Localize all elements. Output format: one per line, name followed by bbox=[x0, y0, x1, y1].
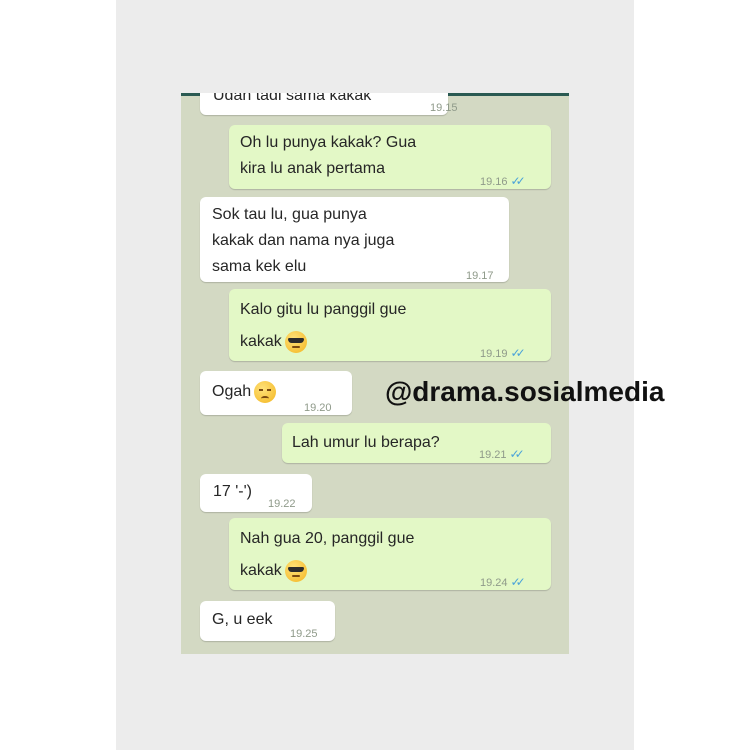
message-time: 19.17 bbox=[466, 270, 494, 282]
message-outgoing[interactable]: Oh lu punya kakak? Gua kira lu anak pert… bbox=[229, 125, 551, 189]
message-time-label: 19.16 bbox=[480, 176, 508, 188]
message-incoming[interactable]: G, u eek 19.25 bbox=[200, 601, 335, 641]
message-text-content: Nah gua 20, panggil gue kakak bbox=[240, 530, 415, 579]
message-time: 19.15 bbox=[430, 102, 458, 114]
message-time: 19.21 ✓✓ bbox=[479, 441, 525, 468]
message-text: Oh lu punya kakak? Gua kira lu anak pert… bbox=[240, 134, 417, 177]
message-time-label: 19.19 bbox=[480, 348, 508, 360]
watermark: @drama.sosialmedia bbox=[385, 376, 665, 407]
message-time: 19.24 ✓✓ bbox=[480, 569, 526, 596]
message-incoming[interactable]: Sok tau lu, gua punya kakak dan nama nya… bbox=[200, 197, 509, 282]
message-text: Udah tadi sama kakak bbox=[213, 93, 372, 104]
message-text: Ogah bbox=[212, 379, 277, 405]
message-text: Nah gua 20, panggil gue kakak bbox=[240, 523, 414, 587]
message-text: Sok tau lu, gua punya kakak dan nama nya… bbox=[212, 206, 395, 275]
read-ticks-icon: ✓✓ bbox=[510, 174, 526, 188]
message-text: 17 '-') bbox=[213, 483, 253, 500]
smiling-face-with-sunglasses-icon bbox=[284, 330, 307, 353]
pensive-face-icon bbox=[254, 380, 277, 403]
message-text-content: Ogah bbox=[212, 383, 252, 400]
message-time: 19.16 ✓✓ bbox=[480, 168, 526, 195]
message-text-content: Kalo gitu lu panggil gue kakak bbox=[240, 301, 407, 350]
message-incoming[interactable]: Ogah 19.20 bbox=[200, 371, 352, 415]
read-ticks-icon: ✓✓ bbox=[510, 346, 526, 360]
message-time: 19.22 bbox=[268, 498, 296, 510]
chat-window[interactable]: Udah tadi sama kakak 19.15 Oh lu punya k… bbox=[181, 93, 569, 654]
message-time: 19.25 bbox=[290, 628, 318, 640]
message-time: 19.20 bbox=[304, 402, 332, 414]
message-time: 19.19 ✓✓ bbox=[480, 340, 526, 367]
message-text: Lah umur lu berapa? bbox=[292, 434, 440, 451]
read-ticks-icon: ✓✓ bbox=[509, 447, 525, 461]
message-time-label: 19.21 bbox=[479, 449, 507, 461]
message-outgoing[interactable]: Nah gua 20, panggil gue kakak 19.24 ✓✓ bbox=[229, 518, 551, 590]
message-outgoing[interactable]: Kalo gitu lu panggil gue kakak 19.19 ✓✓ bbox=[229, 289, 551, 361]
message-outgoing[interactable]: Lah umur lu berapa? 19.21 ✓✓ bbox=[282, 423, 551, 463]
message-text: G, u eek bbox=[212, 611, 273, 628]
message-incoming[interactable]: 17 '-') 19.22 bbox=[200, 474, 312, 512]
message-incoming[interactable]: Udah tadi sama kakak 19.15 bbox=[200, 93, 458, 115]
read-ticks-icon: ✓✓ bbox=[510, 575, 526, 589]
smiling-face-with-sunglasses-icon bbox=[284, 559, 307, 582]
message-text: Kalo gitu lu panggil gue kakak bbox=[240, 294, 406, 358]
message-time-label: 19.24 bbox=[480, 577, 508, 589]
